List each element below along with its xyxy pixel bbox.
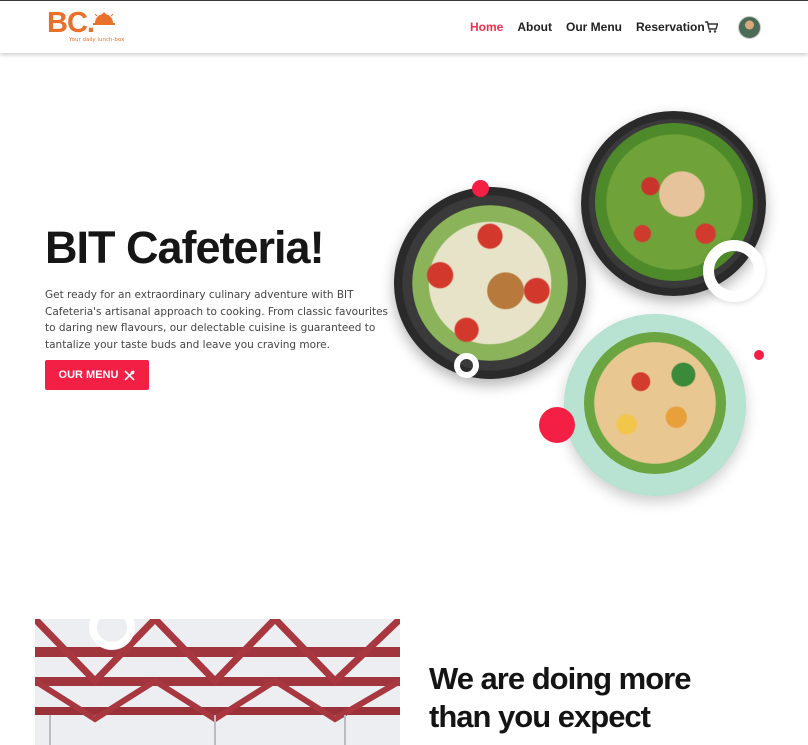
section-title-line1: We are doing more bbox=[429, 661, 691, 696]
brand-logo[interactable]: BC. Your daily lunch-box bbox=[47, 7, 124, 47]
navbar: BC. Your daily lunch-box Home About Our … bbox=[0, 1, 808, 53]
potato-salad-plate bbox=[394, 187, 586, 379]
nav-home[interactable]: Home bbox=[470, 20, 503, 34]
cafeteria-ceiling-photo bbox=[35, 619, 400, 745]
logo-tagline: Your daily lunch-box bbox=[69, 37, 125, 43]
section-title: We are doing more than you expect bbox=[429, 660, 691, 736]
pasta-salad-plate bbox=[564, 314, 746, 496]
nav-reservation[interactable]: Reservation bbox=[636, 20, 705, 34]
user-avatar[interactable] bbox=[738, 16, 761, 39]
decor-ring-large bbox=[703, 240, 765, 302]
cart-icon[interactable] bbox=[705, 21, 718, 33]
hero-description: Get ready for an extraordinary culinary … bbox=[45, 289, 389, 351]
decor-dot-tiny bbox=[754, 350, 764, 360]
nav-about[interactable]: About bbox=[517, 20, 552, 34]
main-nav: Home About Our Menu Reservation bbox=[470, 20, 719, 34]
decor-ring-small bbox=[454, 353, 479, 378]
nav-our-menu[interactable]: Our Menu bbox=[566, 20, 622, 34]
potato-salad-food bbox=[412, 205, 568, 361]
our-menu-button[interactable]: OUR MENU bbox=[45, 360, 149, 390]
cloche-icon bbox=[93, 12, 115, 25]
logo-text: BC. bbox=[47, 7, 95, 39]
ceiling-beams-image bbox=[35, 619, 400, 745]
utensils-icon bbox=[124, 369, 136, 381]
pasta-salad-food bbox=[584, 332, 726, 474]
decor-dot-small bbox=[472, 180, 489, 197]
decor-ring-photo bbox=[89, 604, 135, 650]
our-menu-button-label: OUR MENU bbox=[58, 369, 119, 381]
section-title-line2: than you expect bbox=[429, 699, 651, 734]
hero-title: BIT Cafeteria! bbox=[45, 222, 325, 273]
decor-dot-large bbox=[539, 407, 575, 443]
